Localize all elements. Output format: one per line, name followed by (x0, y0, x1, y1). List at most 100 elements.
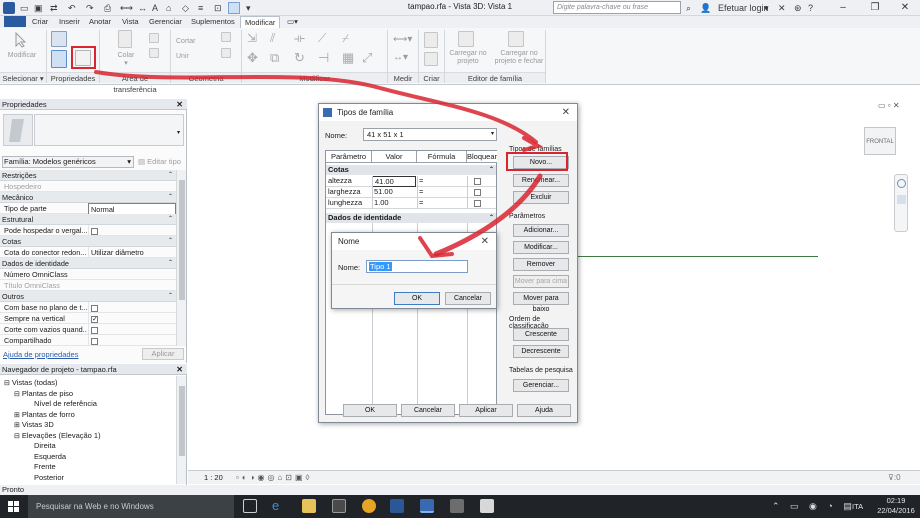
move-icon[interactable]: ✥ (247, 50, 263, 66)
parameter-value[interactable]: 51.00 (372, 187, 416, 198)
browser-tree-item[interactable]: Frente (34, 462, 56, 472)
collapse-icon[interactable]: ⊟ (4, 380, 12, 387)
parameter-row[interactable]: lunghezza 1.00 = (326, 198, 496, 209)
collapse-icon[interactable]: ⌃ (168, 291, 173, 302)
property-checkbox[interactable] (91, 337, 98, 345)
trim-icon[interactable]: ⊣ (318, 50, 334, 66)
paste-icon[interactable] (118, 30, 132, 48)
group-selecionar[interactable]: Selecionar ▾ (0, 72, 46, 83)
col-header-bloquear[interactable]: Bloquear (467, 151, 497, 163)
taskbar-search-box[interactable]: Pesquisar na Web e no Windows (28, 495, 234, 518)
property-category[interactable]: Dados de identidade ⌃ (0, 258, 176, 269)
rotate-icon[interactable]: ↻ (294, 50, 310, 66)
browser-tree-item[interactable]: Posterior (34, 473, 64, 483)
ribbon-minimize-icon[interactable]: ▭▾ (287, 16, 298, 28)
rename-type-button[interactable]: Renomear... (513, 174, 569, 187)
copy-icon[interactable] (149, 33, 159, 43)
expand-icon[interactable]: ⊞ (14, 422, 22, 429)
tray-icons[interactable]: ⌃ ▭ ◉ ◔ ▤ (772, 501, 856, 512)
type-name-select[interactable]: 41 x 51 x 1 ▾ (363, 128, 497, 141)
load-into-project-button[interactable]: Carregar no projeto (446, 50, 490, 66)
help-search-input[interactable]: Digite palavra-chave ou frase (553, 1, 681, 14)
match-icon[interactable] (149, 48, 159, 58)
collapse-icon[interactable]: ⌃ (168, 258, 173, 269)
tab-anotar[interactable]: Anotar (89, 16, 111, 28)
lock-checkbox[interactable] (474, 200, 481, 207)
filter-icon[interactable]: ⊽:0 (888, 473, 901, 482)
parameter-formula[interactable]: = (419, 198, 423, 209)
col-header-formula[interactable]: Fórmula (417, 151, 467, 163)
user-icon[interactable]: 👤 (700, 2, 711, 14)
delete-type-button[interactable]: Excluir (513, 191, 569, 204)
apply-dialog-button[interactable]: Aplicar (459, 404, 513, 417)
col-header-parametro[interactable]: Parâmetro (326, 151, 372, 163)
close-icon[interactable]: ✕ (176, 364, 183, 375)
property-value[interactable] (88, 324, 176, 335)
collapse-icon[interactable]: ⊟ (14, 391, 22, 398)
close-icon[interactable]: ✕ (176, 99, 183, 110)
aligned-dimension-icon[interactable]: ↔▾ (393, 52, 413, 63)
parameter-formula[interactable]: = (419, 187, 423, 198)
tab-gerenciar[interactable]: Gerenciar (149, 16, 182, 28)
offset-icon[interactable]: ⫽ (270, 31, 286, 45)
search-icon[interactable]: ⌕ (686, 2, 691, 14)
lock-checkbox[interactable] (474, 178, 481, 185)
maximize-button[interactable]: ❐ (860, 0, 890, 16)
close-icon[interactable]: ✕ (481, 233, 489, 250)
scrollbar-thumb[interactable] (179, 180, 185, 300)
properties-help-link[interactable]: Ajuda de propriedades (3, 350, 78, 359)
parameter-value[interactable]: 41.00 (372, 176, 416, 187)
property-row[interactable]: Título OmniClass (0, 280, 176, 291)
word-icon[interactable] (390, 499, 404, 513)
collapse-icon[interactable]: ⌃ (168, 236, 173, 247)
property-checkbox[interactable] (91, 227, 98, 235)
edge-icon[interactable]: e (272, 499, 286, 513)
name-cancel-button[interactable]: Cancelar (445, 292, 491, 305)
modify-parameter-button[interactable]: Modificar... (513, 241, 569, 254)
cancel-button[interactable]: Cancelar (401, 404, 455, 417)
help-icon[interactable]: ? (808, 2, 813, 14)
task-view-icon[interactable] (243, 499, 257, 513)
group-row-cotas[interactable]: Cotas ⌃ (326, 165, 496, 175)
exchange-icon[interactable]: ✕ (778, 2, 786, 14)
browser-tree-item[interactable]: ⊟ Elevações (Elevação 1) (14, 431, 101, 442)
property-row[interactable]: Com base no plano de t... (0, 302, 176, 313)
zoom-icon[interactable] (897, 195, 906, 204)
property-row[interactable]: Cota do conector redon... Utilizar diâmet… (0, 247, 176, 258)
property-checkbox[interactable]: ✓ (91, 315, 98, 323)
browser-tree-item[interactable]: Nível de referência (34, 399, 97, 409)
photos-icon[interactable] (480, 499, 494, 513)
subscription-icon[interactable]: ⊛ (794, 2, 802, 14)
file-explorer-icon[interactable] (302, 499, 316, 513)
tab-criar[interactable]: Criar (32, 16, 48, 28)
login-link[interactable]: Efetuar login (718, 2, 769, 14)
sort-descending-button[interactable]: Decrescente (513, 345, 569, 358)
parameter-row[interactable]: altezza 41.00 = (326, 176, 496, 187)
lock-checkbox[interactable] (474, 189, 481, 196)
array-icon[interactable]: ▦ (342, 50, 358, 66)
property-row[interactable]: Sempre na vertical ✓ (0, 313, 176, 324)
property-value[interactable] (88, 225, 176, 236)
property-value[interactable]: Utilizar diâmetro (88, 247, 176, 258)
move-up-button[interactable]: Mover para cima (513, 275, 569, 288)
load-into-project-icon[interactable] (458, 31, 474, 47)
type-selector[interactable] (34, 114, 184, 146)
collapse-icon[interactable]: ⌃ (168, 170, 173, 181)
copy-elements-icon[interactable]: ⧉ (270, 50, 286, 66)
keyboard-language[interactable]: ITA (852, 502, 863, 511)
file-menu-button[interactable] (4, 16, 26, 27)
parameter-formula[interactable]: = (419, 176, 423, 187)
paste-dropdown-icon[interactable]: ▾ (108, 60, 144, 68)
tab-inserir[interactable]: Inserir (59, 16, 80, 28)
align-icon[interactable]: ⇲ (247, 31, 263, 45)
col-header-valor[interactable]: Valor (372, 151, 417, 163)
steering-wheel-icon[interactable] (897, 179, 906, 188)
property-category[interactable]: Outros ⌃ (0, 291, 176, 302)
collapse-icon[interactable]: ⌃ (168, 192, 173, 203)
browser-tree-item[interactable]: ⊟ Vistas (todas) (4, 378, 58, 389)
clock[interactable]: 02:19 22/04/2016 (876, 496, 916, 516)
paste-button[interactable]: Colar (108, 52, 144, 60)
browser-tree-item[interactable]: Direita (34, 441, 56, 451)
split-face-icon[interactable] (221, 48, 231, 58)
view-scale[interactable]: 1 : 20 (204, 473, 223, 482)
